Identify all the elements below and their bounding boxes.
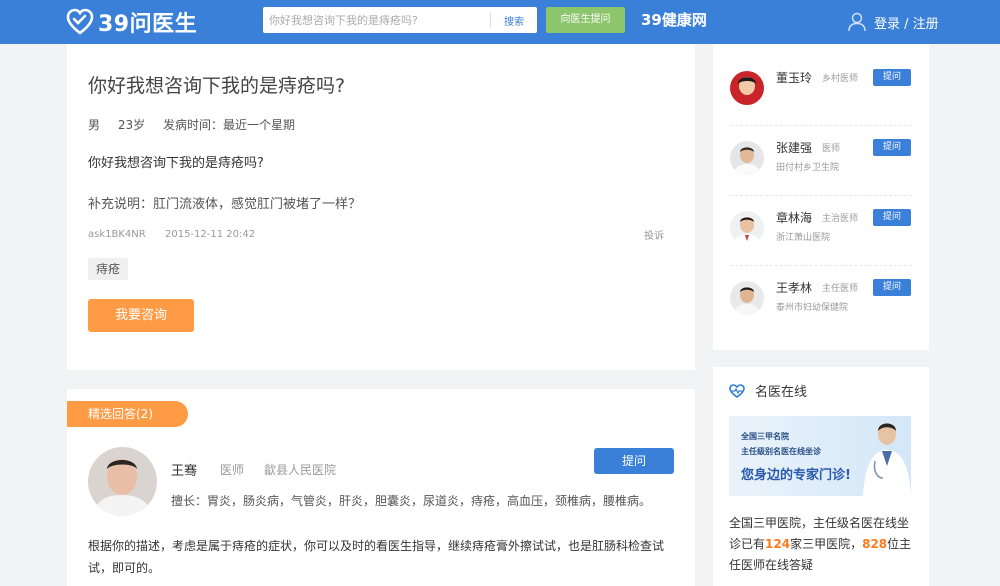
doctor-name[interactable]: 董玉玲 — [776, 69, 812, 86]
answer-doctor-name[interactable]: 王骞 — [171, 460, 197, 479]
patient-gender: 男 — [88, 118, 101, 132]
doctor-count: 828 — [862, 537, 888, 551]
question-title: 你好我想咨询下我的是痔疮吗? — [88, 75, 346, 97]
famous-doctors-banner[interactable]: 全国三甲名院 主任级别名医在线坐诊 您身边的专家门诊! — [729, 416, 911, 496]
doctor-list-item[interactable]: 张建强 医师 田付村乡卫生院 提问 — [730, 126, 912, 196]
famous-doctors-label: 名医在线 — [755, 385, 808, 400]
doctor-photo-icon — [730, 141, 764, 175]
doctor-hospital: 田付村乡卫生院 — [776, 163, 840, 173]
answer-doctor-hospital: 歙县人民医院 — [264, 463, 337, 477]
doctor-photo-icon — [88, 447, 157, 516]
onset-time: 发病时间：最近一个星期 — [162, 118, 295, 132]
question-meta: 男 23岁 发病时间：最近一个星期 — [88, 116, 309, 133]
doctor-photo-icon — [730, 71, 764, 105]
doctor-hospital: 浙江萧山医院 — [776, 233, 831, 243]
doctor-ask-button[interactable]: 提问 — [873, 279, 911, 296]
user-icon — [848, 12, 866, 32]
disease-tag[interactable]: 痔疮 — [88, 258, 129, 280]
ask-doctor-button[interactable]: 向医生提问 — [546, 7, 625, 33]
doctor-list-card: 董玉玲 乡村医师 提问 张建强 医师 田付村乡卫生院 提问 章林海 主治医师 浙… — [713, 44, 929, 350]
famous-doctors-title: 名医在线 — [729, 381, 807, 400]
search-box: 搜索 — [263, 7, 537, 33]
doctor-title: 乡村医师 — [822, 74, 859, 84]
selected-answers-tab[interactable]: 精选回答(2) — [67, 401, 188, 427]
search-input[interactable] — [263, 8, 490, 32]
answer-ask-button[interactable]: 提问 — [594, 448, 674, 474]
report-link[interactable]: 投诉 — [644, 227, 664, 242]
heart-logo-icon — [66, 8, 94, 35]
doctor-photo-icon — [730, 281, 764, 315]
doctor-figure-icon — [863, 423, 911, 496]
site-logo[interactable]: 39问医生 — [66, 7, 197, 37]
doctor-ask-button[interactable]: 提问 — [873, 139, 911, 156]
answer-doctor-title: 医师 — [220, 463, 245, 477]
brand-39-health[interactable]: 39健康网 — [641, 9, 707, 30]
search-button[interactable]: 搜索 — [491, 13, 537, 28]
answer-doctor-specialty: 擅长：胃炎，肠炎病，气管炎，肝炎，胆囊炎，尿道炎，痔疮，高血压，颈椎病，腰椎病。 — [171, 494, 652, 508]
answer-doctor-avatar[interactable] — [88, 447, 157, 516]
question-time: 2015-12-11 20:42 — [165, 229, 256, 240]
login-link[interactable]: 登录 / 注册 — [874, 13, 939, 32]
banner-line-3: 您身边的专家门诊! — [741, 468, 851, 483]
patient-age: 23岁 — [117, 118, 146, 132]
doctor-avatar — [730, 141, 764, 175]
answers-card: 精选回答(2) 王骞 医师 歙县人民医院 提问 擅长：胃炎，肠炎病，气管炎，肝炎… — [67, 389, 695, 586]
consult-button[interactable]: 我要咨询 — [88, 299, 194, 332]
top-header: 39问医生 搜索 向医生提问 39健康网 登录 / 注册 — [0, 0, 1000, 44]
doctor-hospital: 泰州市妇幼保健院 — [776, 303, 849, 313]
doctor-list-item[interactable]: 董玉玲 乡村医师 提问 — [730, 56, 912, 126]
doctor-name[interactable]: 章林海 — [776, 209, 812, 226]
banner-line-1: 全国三甲名院 — [741, 432, 789, 441]
doctor-list-item[interactable]: 王孝林 主任医师 泰州市妇幼保健院 提问 — [730, 266, 912, 336]
doctor-title: 医师 — [822, 144, 841, 154]
doctor-title: 主治医师 — [822, 214, 859, 224]
login-register[interactable]: 登录 / 注册 — [848, 12, 939, 32]
doctor-title: 主任医师 — [822, 284, 859, 294]
famous-doctors-description: 全国三甲医院，主任级名医在线坐诊已有124家三甲医院，828位主任医师在线答疑 — [729, 513, 915, 576]
doctor-list-item[interactable]: 章林海 主治医师 浙江萧山医院 提问 — [730, 196, 912, 266]
doctor-ask-button[interactable]: 提问 — [873, 209, 911, 226]
hospital-count: 124 — [765, 537, 791, 551]
question-supplement: 补充说明：肛门流液体，感觉肛门被堵了一样？ — [88, 197, 362, 212]
answer-text: 根据你的描述，考虑是属于痔疮的症状，你可以及时的看医生指导，继续痔疮膏外擦试试，… — [88, 539, 665, 575]
doctor-ask-button[interactable]: 提问 — [873, 69, 911, 86]
banner-line-2: 主任级别名医在线坐诊 — [741, 447, 821, 456]
doctor-photo-icon — [730, 211, 764, 245]
question-card: 你好我想咨询下我的是痔疮吗? 男 23岁 发病时间：最近一个星期 你好我想咨询下… — [67, 44, 695, 370]
doctor-avatar — [730, 71, 764, 105]
doctor-name[interactable]: 王孝林 — [776, 279, 812, 296]
question-body: 你好我想咨询下我的是痔疮吗? — [88, 156, 264, 171]
famous-doctors-card: 名医在线 全国三甲名院 主任级别名医在线坐诊 您身边的专家门诊! 全国三甲医院，… — [713, 367, 929, 586]
doctor-name[interactable]: 张建强 — [776, 139, 812, 156]
doctor-avatar — [730, 281, 764, 315]
heart-pulse-icon — [729, 383, 745, 398]
asker-id: ask1BK4NR — [88, 229, 146, 240]
desc-part-2: 家三甲医院， — [790, 537, 863, 551]
logo-text: 39问医生 — [98, 12, 198, 37]
doctor-avatar — [730, 211, 764, 245]
